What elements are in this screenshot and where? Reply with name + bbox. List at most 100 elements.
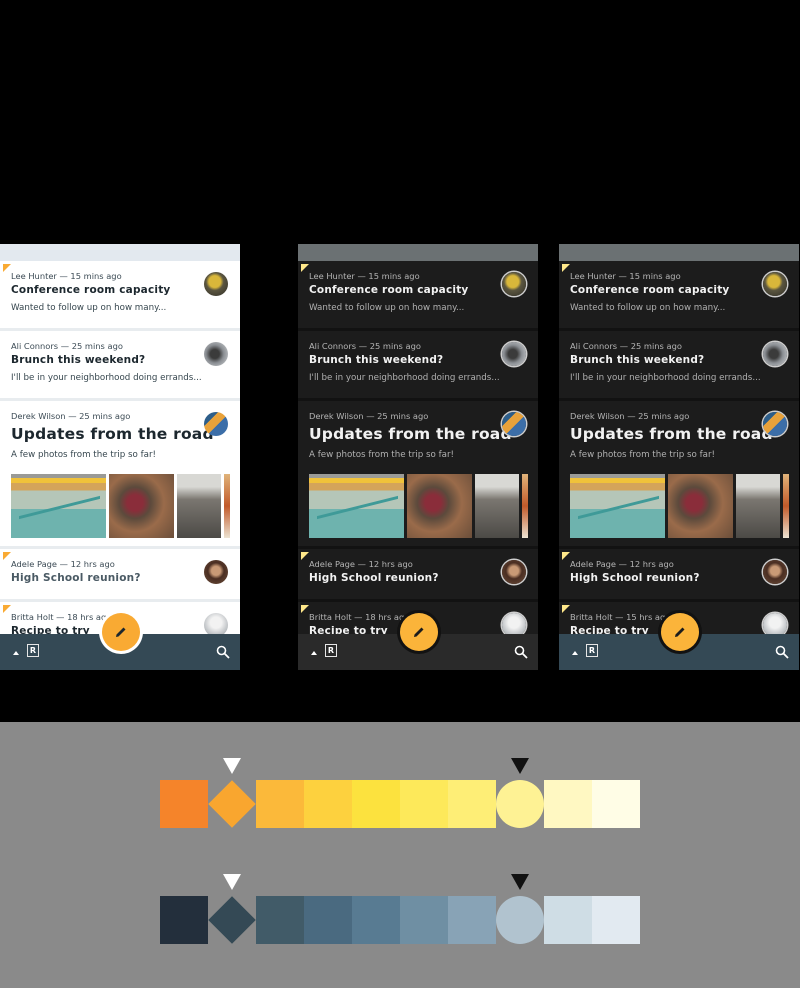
message-card[interactable]: Lee Hunter — 15 mins ago Conference room… <box>559 261 799 328</box>
color-swatch-square <box>592 780 640 828</box>
phone-dark-theme: Lee Hunter — 15 mins ago Conference room… <box>298 244 538 670</box>
message-snippet: I'll be in your neighborhood doing erran… <box>570 373 761 383</box>
chevron-up-icon[interactable] <box>13 651 19 655</box>
chevron-up-icon[interactable] <box>572 651 578 655</box>
search-icon[interactable] <box>216 645 230 659</box>
message-card[interactable]: Derek Wilson — 25 mins ago Updates from … <box>559 401 799 546</box>
avatar[interactable] <box>502 342 526 366</box>
photo-thumbnail[interactable] <box>783 474 789 538</box>
photo-thumbnail[interactable] <box>475 474 519 538</box>
message-meta: Ali Connors — 25 mins ago <box>570 341 682 351</box>
palette-yellow <box>160 758 640 828</box>
reply-logo-icon[interactable]: R <box>27 644 39 657</box>
photo-thumbnail[interactable] <box>736 474 780 538</box>
unread-indicator <box>301 605 309 613</box>
color-swatch-square <box>544 780 592 828</box>
message-meta: Adele Page — 12 hrs ago <box>570 559 674 569</box>
message-card[interactable]: Derek Wilson — 25 mins ago Updates from … <box>298 401 538 546</box>
message-snippet: I'll be in your neighborhood doing erran… <box>11 373 202 383</box>
message-card[interactable]: Lee Hunter — 15 mins ago Conference room… <box>298 261 538 328</box>
message-meta: Ali Connors — 25 mins ago <box>309 341 421 351</box>
photo-strip[interactable] <box>309 474 528 538</box>
message-subject: Updates from the road <box>11 425 214 443</box>
message-card[interactable]: Ali Connors — 25 mins ago Brunch this we… <box>0 331 240 398</box>
color-swatch-square <box>304 896 352 944</box>
compose-fab[interactable] <box>102 613 140 651</box>
message-feed[interactable]: Lee Hunter — 15 mins ago Conference room… <box>559 261 799 655</box>
color-swatch-square <box>352 780 400 828</box>
avatar[interactable] <box>763 272 787 296</box>
message-subject: High School reunion? <box>570 572 700 584</box>
photo-strip[interactable] <box>570 474 789 538</box>
color-palette-panel <box>0 722 800 988</box>
photo-thumbnail[interactable] <box>522 474 528 538</box>
message-meta: Derek Wilson — 25 mins ago <box>570 411 690 421</box>
avatar[interactable] <box>763 412 787 436</box>
color-swatch-square <box>352 896 400 944</box>
color-swatch-square <box>544 896 592 944</box>
search-icon[interactable] <box>514 645 528 659</box>
palette-slate <box>160 874 640 944</box>
photo-thumbnail[interactable] <box>407 474 472 538</box>
message-snippet: A few photos from the trip so far! <box>11 450 157 460</box>
message-subject: Conference room capacity <box>309 284 469 296</box>
photo-thumbnail[interactable] <box>668 474 733 538</box>
avatar[interactable] <box>204 272 228 296</box>
light-variant-marker-icon <box>223 758 241 774</box>
message-card[interactable]: Lee Hunter — 15 mins ago Conference room… <box>0 261 240 328</box>
compose-fab[interactable] <box>400 613 438 651</box>
message-subject: Updates from the road <box>309 425 512 443</box>
unread-indicator <box>301 552 309 560</box>
message-meta: Lee Hunter — 15 mins ago <box>570 271 681 281</box>
color-swatch-square <box>256 896 304 944</box>
message-card[interactable]: Adele Page — 12 hrs ago High School reun… <box>559 549 799 599</box>
color-swatch-square <box>400 780 448 828</box>
avatar[interactable] <box>204 342 228 366</box>
chevron-up-icon[interactable] <box>311 651 317 655</box>
photo-thumbnail[interactable] <box>224 474 230 538</box>
message-card[interactable]: Adele Page — 12 hrs ago High School reun… <box>0 549 240 599</box>
avatar[interactable] <box>204 560 228 584</box>
avatar[interactable] <box>763 342 787 366</box>
message-card[interactable]: Ali Connors — 25 mins ago Brunch this we… <box>559 331 799 398</box>
photo-thumbnail[interactable] <box>177 474 221 538</box>
color-swatch-square <box>448 780 496 828</box>
unread-indicator <box>3 552 11 560</box>
message-snippet: Wanted to follow up on how many... <box>570 303 726 313</box>
avatar[interactable] <box>502 412 526 436</box>
pencil-icon <box>414 627 424 637</box>
photo-thumbnail[interactable] <box>309 474 404 538</box>
avatar[interactable] <box>204 412 228 436</box>
unread-indicator <box>301 264 309 272</box>
pencil-icon <box>675 627 685 637</box>
color-swatch-square <box>592 896 640 944</box>
photo-strip[interactable] <box>11 474 230 538</box>
message-card[interactable]: Adele Page — 12 hrs ago High School reun… <box>298 549 538 599</box>
status-bar <box>0 244 240 261</box>
compose-fab[interactable] <box>661 613 699 651</box>
photo-thumbnail[interactable] <box>11 474 106 538</box>
photo-thumbnail[interactable] <box>570 474 665 538</box>
unread-indicator <box>562 605 570 613</box>
reply-logo-icon[interactable]: R <box>325 644 337 657</box>
photo-thumbnail[interactable] <box>109 474 174 538</box>
color-swatch-square <box>304 780 352 828</box>
avatar[interactable] <box>502 272 526 296</box>
message-feed[interactable]: Lee Hunter — 15 mins ago Conference room… <box>0 261 240 655</box>
message-subject: Conference room capacity <box>570 284 730 296</box>
message-card[interactable]: Ali Connors — 25 mins ago Brunch this we… <box>298 331 538 398</box>
message-feed[interactable]: Lee Hunter — 15 mins ago Conference room… <box>298 261 538 655</box>
message-subject: Updates from the road <box>570 425 773 443</box>
avatar[interactable] <box>763 560 787 584</box>
color-swatch-square <box>160 896 208 944</box>
color-swatch-square <box>400 896 448 944</box>
message-snippet: Wanted to follow up on how many... <box>11 303 167 313</box>
message-card[interactable]: Derek Wilson — 25 mins ago Updates from … <box>0 401 240 546</box>
avatar[interactable] <box>502 560 526 584</box>
search-icon[interactable] <box>775 645 789 659</box>
color-swatch-square <box>448 896 496 944</box>
phone-light-theme: Lee Hunter — 15 mins ago Conference room… <box>0 244 240 670</box>
light-variant-marker-icon <box>223 874 241 890</box>
dark-variant-marker-icon <box>511 758 529 774</box>
reply-logo-icon[interactable]: R <box>586 644 598 657</box>
